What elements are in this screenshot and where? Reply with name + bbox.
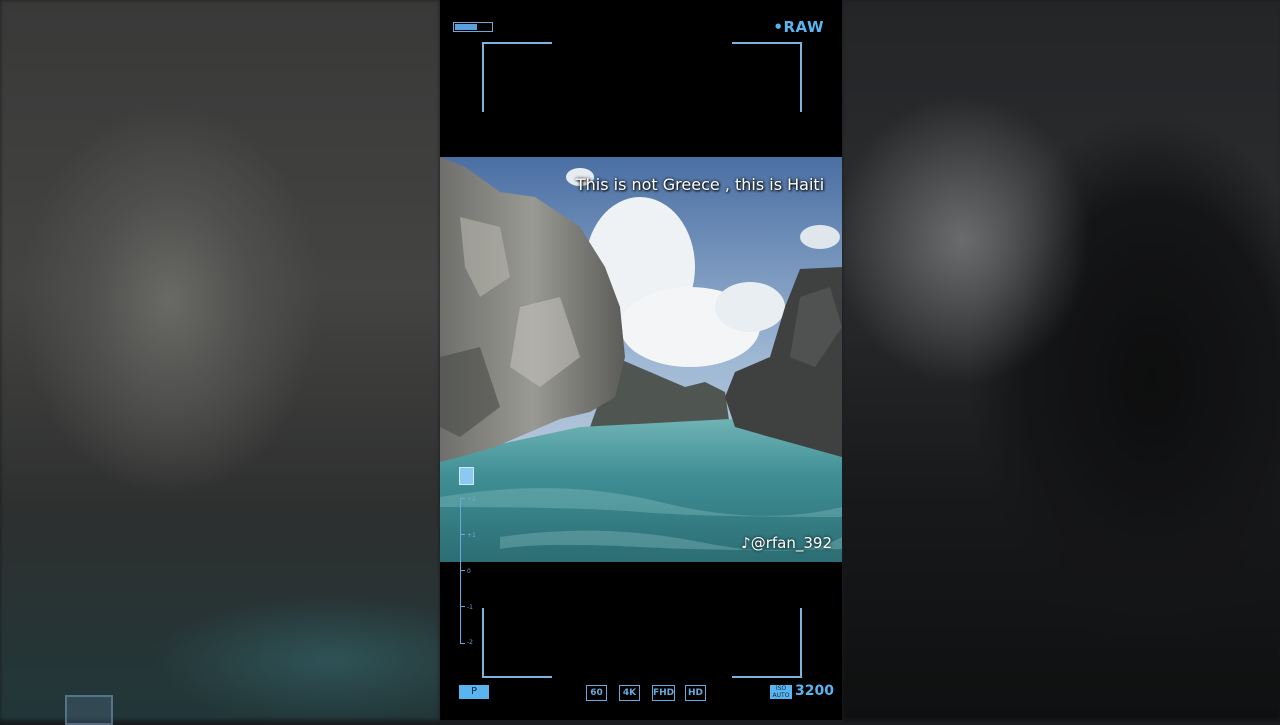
blurred-background-right [842,0,1280,720]
mode-badge: P [459,685,489,699]
frame-corner-top-left [482,42,552,112]
exposure-icon [459,467,474,485]
frame-corner-top-right [732,42,802,112]
video-caption: This is not Greece , this is Haiti [575,175,825,194]
scale-label: +1 [467,532,476,539]
tiktok-icon: ♪ [741,534,751,552]
frame-corner-bottom-right [732,608,802,678]
iso-value: 3200 [795,683,834,699]
blurred-mode-icon [65,695,113,725]
resolution-hd-chip: HD [685,685,706,701]
scale-label: +2 [467,496,476,503]
video-frame[interactable]: This is not Greece , this is Haiti ♪@rfa… [440,157,842,562]
watermark-handle: @rfan_392 [750,534,832,552]
resolution-fhd-chip: FHD [652,685,675,701]
resolution-4k-chip: 4K [619,685,640,701]
iso-label: ISO AUTO [770,685,792,699]
fps-chip: 60 [586,685,607,701]
raw-label: •RAW [773,18,824,36]
tiktok-watermark: ♪@rfan_392 [741,534,832,552]
landscape-image [440,157,842,562]
scale-label: -2 [467,639,473,646]
scale-label: 0 [467,568,471,575]
frame-corner-bottom-left [482,608,552,678]
blurred-background-left [0,0,440,720]
video-viewfinder: •RAW This is not Greece , this is Haiti … [440,0,842,720]
scale-label: -1 [467,604,473,611]
exposure-scale: +2 +1 0 -1 -2 [460,496,480,646]
battery-icon [453,22,493,32]
